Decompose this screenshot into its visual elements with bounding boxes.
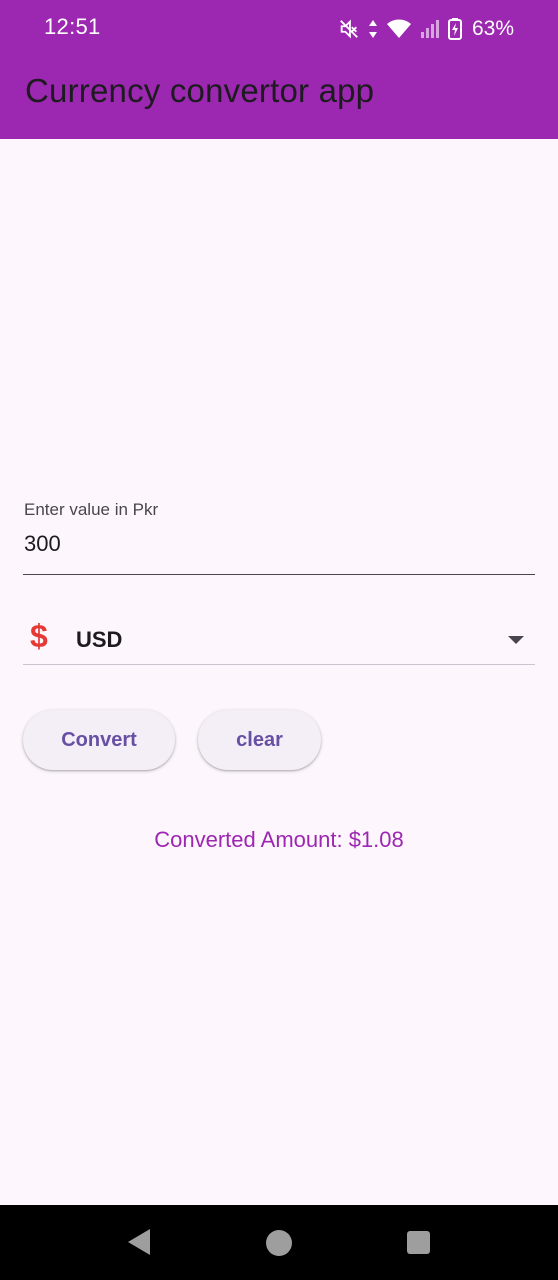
- mute-icon: [340, 19, 358, 39]
- dollar-icon: $: [30, 618, 48, 654]
- input-underline: [23, 574, 535, 575]
- status-icons: 63%: [338, 15, 514, 43]
- status-bar: 12:51 63%: [0, 0, 558, 56]
- convert-button[interactable]: Convert: [23, 710, 175, 770]
- system-nav-bar: [0, 1205, 558, 1280]
- status-time: 12:51: [44, 14, 101, 39]
- signal-icon: [420, 20, 439, 38]
- clear-button[interactable]: clear: [198, 710, 321, 770]
- wifi-icon: [386, 19, 411, 38]
- dropdown-arrow-icon: [508, 636, 524, 644]
- recents-icon[interactable]: [407, 1231, 430, 1254]
- currency-selected-value: USD: [76, 627, 123, 652]
- battery-charging-icon: [447, 18, 462, 40]
- currency-dropdown[interactable]: $ USD: [23, 615, 535, 665]
- pkr-value-input[interactable]: [24, 531, 534, 557]
- app-title: Currency convertor app: [25, 72, 375, 109]
- data-arrows-icon: [368, 20, 377, 38]
- app-screen: 12:51 63% Currency convertor app Enter v…: [0, 0, 558, 1280]
- back-icon[interactable]: [128, 1229, 150, 1255]
- pkr-input-label: Enter value in Pkr: [24, 500, 159, 519]
- app-header: 12:51 63% Currency convertor app: [0, 0, 558, 139]
- home-icon[interactable]: [266, 1230, 292, 1256]
- converted-amount-text: Converted Amount: $1.08: [154, 827, 404, 852]
- battery-percent: 63%: [471, 17, 514, 40]
